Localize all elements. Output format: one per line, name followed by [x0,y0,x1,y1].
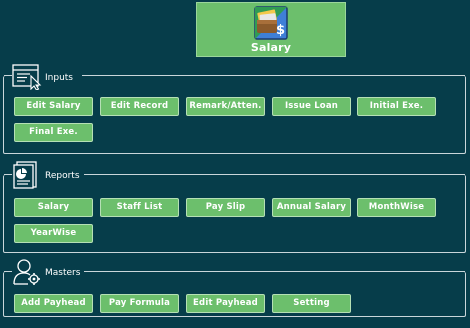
form-cursor-icon [12,64,42,90]
salary-module-label: Salary [250,41,292,54]
annual-salary-button[interactable]: Annual Salary [272,198,351,217]
edit-payhead-button[interactable]: Edit Payhead [186,294,265,313]
salary-module-tile[interactable]: $ Salary [196,2,346,57]
masters-group-title: Masters [45,268,81,278]
pay-formula-button[interactable]: Pay Formula [100,294,179,313]
initial-exe-button[interactable]: Initial Exe. [357,97,436,116]
monthwise-button[interactable]: MonthWise [357,198,436,217]
masters-group: Masters Add Payhead Pay Formula Edit Pay… [3,258,466,317]
inputs-group-title: Inputs [45,73,73,83]
edit-salary-button[interactable]: Edit Salary [14,97,93,116]
user-settings-icon [13,259,40,285]
remark-attendance-button[interactable]: Remark/Atten. [186,97,265,116]
add-payhead-button[interactable]: Add Payhead [14,294,93,313]
staff-list-button[interactable]: Staff List [100,198,179,217]
issue-loan-button[interactable]: Issue Loan [272,97,351,116]
reports-group-title: Reports [45,171,80,181]
edit-record-button[interactable]: Edit Record [100,97,179,116]
pay-slip-button[interactable]: Pay Slip [186,198,265,217]
final-exe-button[interactable]: Final Exe. [14,123,93,142]
setting-button[interactable]: Setting [272,294,351,313]
svg-text:$: $ [276,23,285,38]
yearwise-button[interactable]: YearWise [14,224,93,243]
salary-wallet-icon: $ [254,6,288,40]
reports-group: Reports Salary Staff List Pay Slip Annua… [3,161,466,253]
inputs-group: Inputs Edit Salary Edit Record Remark/At… [3,64,466,154]
report-chart-icon [13,161,37,189]
salary-report-button[interactable]: Salary [14,198,93,217]
